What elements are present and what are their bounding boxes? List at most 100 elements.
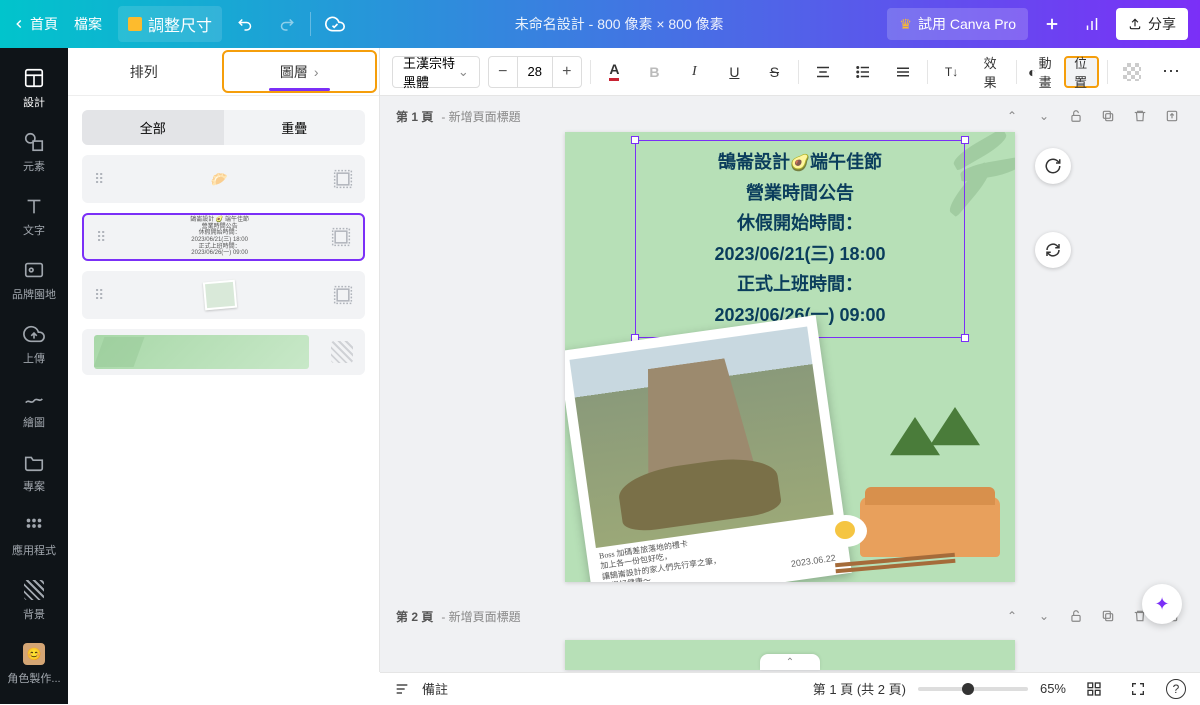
redo-button[interactable] <box>270 8 302 40</box>
page-down-button[interactable]: ⌄ <box>1032 104 1056 128</box>
rail-projects[interactable]: 專案 <box>0 442 68 502</box>
list-button[interactable] <box>847 56 879 88</box>
undo-button[interactable] <box>230 8 262 40</box>
more-button[interactable]: ⋯ <box>1156 56 1188 88</box>
sync-icon <box>1044 241 1062 259</box>
layer-item[interactable]: ⠿ 🥟 <box>82 155 365 203</box>
text-color-button[interactable]: A <box>598 56 630 88</box>
rail-uploads[interactable]: 上傳 <box>0 314 68 374</box>
zoom-slider[interactable] <box>918 687 1028 691</box>
font-size-input[interactable] <box>517 57 553 87</box>
duplicate-button[interactable] <box>1096 604 1120 628</box>
transparency-button[interactable] <box>1116 56 1148 88</box>
size-decrease[interactable]: − <box>489 57 517 87</box>
layer-item[interactable]: ⠿ <box>82 271 365 319</box>
rail-draw[interactable]: 繪圖 <box>0 378 68 438</box>
zongzi-illustration[interactable] <box>840 437 1000 557</box>
underline-button[interactable]: U <box>718 56 750 88</box>
page-up-button[interactable]: ⌃ <box>1000 604 1024 628</box>
refresh-icon <box>1044 157 1062 175</box>
resize-button[interactable]: 調整尺寸 <box>118 6 222 42</box>
page-subtitle[interactable]: - 新增頁面標題 <box>441 608 520 625</box>
page-2-header: 第 2 頁 - 新增頁面標題 ⌃ ⌄ <box>380 596 1200 632</box>
tab-arrange[interactable]: 排列 <box>68 48 220 95</box>
file-menu[interactable]: 檔案 <box>66 8 110 40</box>
magic-button[interactable]: ✦ <box>1142 584 1182 624</box>
notes-button[interactable]: 備註 <box>422 679 448 698</box>
try-pro-label: 試用 Canva Pro <box>918 14 1016 34</box>
rail-background[interactable]: 背景 <box>0 570 68 630</box>
sync-button[interactable] <box>1035 232 1071 268</box>
rail-apps[interactable]: 應用程式 <box>0 506 68 566</box>
strikethrough-button[interactable]: S <box>758 56 790 88</box>
lock-button[interactable] <box>1064 604 1088 628</box>
rail-brand[interactable]: 品牌園地 <box>0 250 68 310</box>
vertical-text-button[interactable]: T↓ <box>936 56 968 88</box>
shapes-icon <box>22 130 46 154</box>
sparkle-icon: ✦ <box>1154 594 1169 615</box>
seg-overlap[interactable]: 重疊 <box>224 110 366 145</box>
tab-layers[interactable]: 圖層 › <box>222 50 378 93</box>
font-select[interactable]: 王漢宗特黑體 ⌄ <box>392 56 480 88</box>
rail-character[interactable]: 😊角色製作... <box>0 634 68 694</box>
align-button[interactable] <box>807 56 839 88</box>
trash-icon <box>1133 109 1147 123</box>
export-page-button[interactable] <box>1160 104 1184 128</box>
resize-label: 調整尺寸 <box>148 12 212 36</box>
help-button[interactable]: ? <box>1166 679 1186 699</box>
selected-text-element[interactable]: 鵠崙設計🥑端午佳節 營業時間公告 休假開始時間： 2023/06/21(三) 1… <box>635 140 965 338</box>
canvas-page-1[interactable]: 鵠崙設計🥑端午佳節 營業時間公告 休假開始時間： 2023/06/21(三) 1… <box>565 132 1015 582</box>
position-button[interactable]: 位置 <box>1064 56 1099 88</box>
document-title[interactable]: 未命名設計 - 800 像素 × 800 像素 <box>359 14 879 34</box>
drag-handle-icon[interactable]: ⠿ <box>96 229 108 246</box>
copy-icon <box>1101 109 1115 123</box>
layer-item-selected[interactable]: ⠿ 鵠崙設計 🥑 端午佳節 營業時間公告 休假開始時間： 2023/06/21(… <box>82 213 365 261</box>
text-color-icon: A <box>609 62 619 81</box>
rail-design[interactable]: 設計 <box>0 58 68 118</box>
share-button[interactable]: 分享 <box>1116 8 1188 40</box>
size-increase[interactable]: + <box>553 57 581 87</box>
home-button[interactable]: 首頁 <box>12 14 58 34</box>
effects-button[interactable]: 效果 <box>976 56 1008 88</box>
regenerate-button[interactable] <box>1035 148 1071 184</box>
font-size-control: − + <box>488 56 582 88</box>
animate-button[interactable]: ◐動畫 <box>1024 56 1056 88</box>
rail-elements[interactable]: 元素 <box>0 122 68 182</box>
animate-icon: ◐ <box>1028 64 1036 80</box>
rail-label: 設計 <box>23 94 45 110</box>
bold-button[interactable]: B <box>638 56 670 88</box>
zoom-value[interactable]: 65% <box>1040 681 1066 696</box>
insights-button[interactable] <box>1076 8 1108 40</box>
page-up-button[interactable]: ⌃ <box>1000 104 1024 128</box>
layer-item-bg[interactable] <box>82 329 365 375</box>
text-line-4: 2023/06/21(三) 18:00 <box>640 239 960 270</box>
fullscreen-icon <box>1130 681 1146 697</box>
page-label: 第 1 頁 <box>396 108 433 125</box>
layer-thumb: 🥟 <box>118 171 321 188</box>
text-icon <box>22 194 46 218</box>
rail-text[interactable]: 文字 <box>0 186 68 246</box>
layer-filter: 全部 重疊 <box>82 110 365 145</box>
page-thumbnails-toggle[interactable]: ⌃ <box>760 654 820 670</box>
lock-button[interactable] <box>1064 104 1088 128</box>
duplicate-button[interactable] <box>1096 104 1120 128</box>
cloud-sync-button[interactable] <box>319 8 351 40</box>
add-button[interactable] <box>1036 8 1068 40</box>
left-rail: 設計 元素 文字 品牌園地 上傳 繪圖 專案 應用程式 背景 😊角色製作... <box>0 48 68 704</box>
rail-label: 元素 <box>23 158 45 174</box>
drag-handle-icon[interactable]: ⠿ <box>94 287 106 304</box>
drag-handle-icon[interactable]: ⠿ <box>94 171 106 188</box>
delete-button[interactable] <box>1128 104 1152 128</box>
try-pro-button[interactable]: ♛ 試用 Canva Pro <box>887 8 1028 40</box>
italic-button[interactable]: I <box>678 56 710 88</box>
page-down-button[interactable]: ⌄ <box>1032 604 1056 628</box>
polaroid-photo[interactable]: Boss 加碼差旅落地的禮卡加上各一份包好吃，讓鵠崙設計的家人們先行享之筆，吃得… <box>565 315 852 582</box>
page-indicator[interactable]: 第 1 頁 (共 2 頁) <box>813 679 906 698</box>
fullscreen-button[interactable] <box>1122 673 1154 705</box>
seg-all[interactable]: 全部 <box>82 110 224 145</box>
grid-view-button[interactable] <box>1078 673 1110 705</box>
spacing-button[interactable] <box>887 56 919 88</box>
apps-icon <box>22 514 46 538</box>
page-subtitle[interactable]: - 新增頁面標題 <box>441 108 520 125</box>
crown-icon: ♛ <box>899 16 912 33</box>
